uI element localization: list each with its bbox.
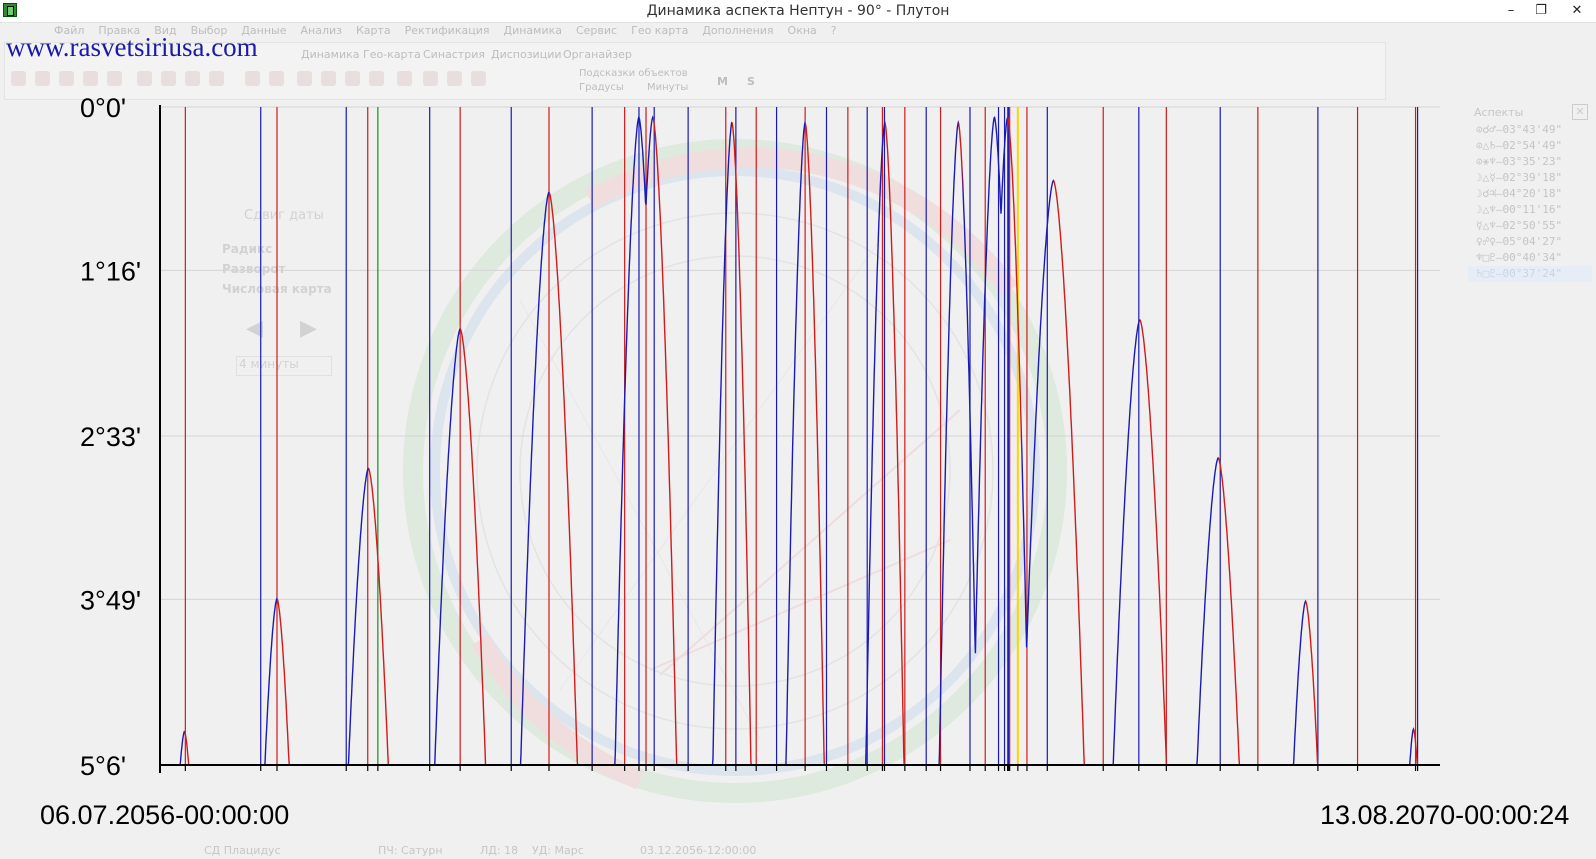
y-tick-label: 1°16' (80, 256, 141, 286)
status-datetime: 03.12.2056-12:00:00 (640, 844, 757, 857)
y-tick-label: 5°6' (80, 751, 126, 781)
natal-wheel-watermark (403, 139, 1067, 803)
end-date-label: 13.08.2070-00:00:24 (1320, 800, 1570, 830)
y-tick-label: 3°49' (80, 585, 141, 615)
y-tick-labels: 0°0' 1°16' 2°33' 3°49' 5°6' (80, 93, 141, 781)
y-tick-label: 0°0' (80, 93, 126, 123)
status-mc-ruler: ПЧ: Сатурн (378, 844, 443, 857)
status-ruler: УД: Марс (532, 844, 584, 857)
aspect-dynamics-chart: 0°0' 1°16' 2°33' 3°49' 5°6' (80, 93, 1440, 803)
status-house-system: СД Плацидус (204, 844, 281, 857)
orb-curve (160, 115, 1440, 766)
status-lunar-day: ЛД: 18 (480, 844, 519, 857)
start-date-label: 06.07.2056-00:00:00 (40, 800, 290, 830)
y-tick-label: 2°33' (80, 422, 141, 452)
status-bar: СД Плацидус ПЧ: Сатурн ЛД: 18 УД: Марс 0… (0, 843, 1596, 859)
